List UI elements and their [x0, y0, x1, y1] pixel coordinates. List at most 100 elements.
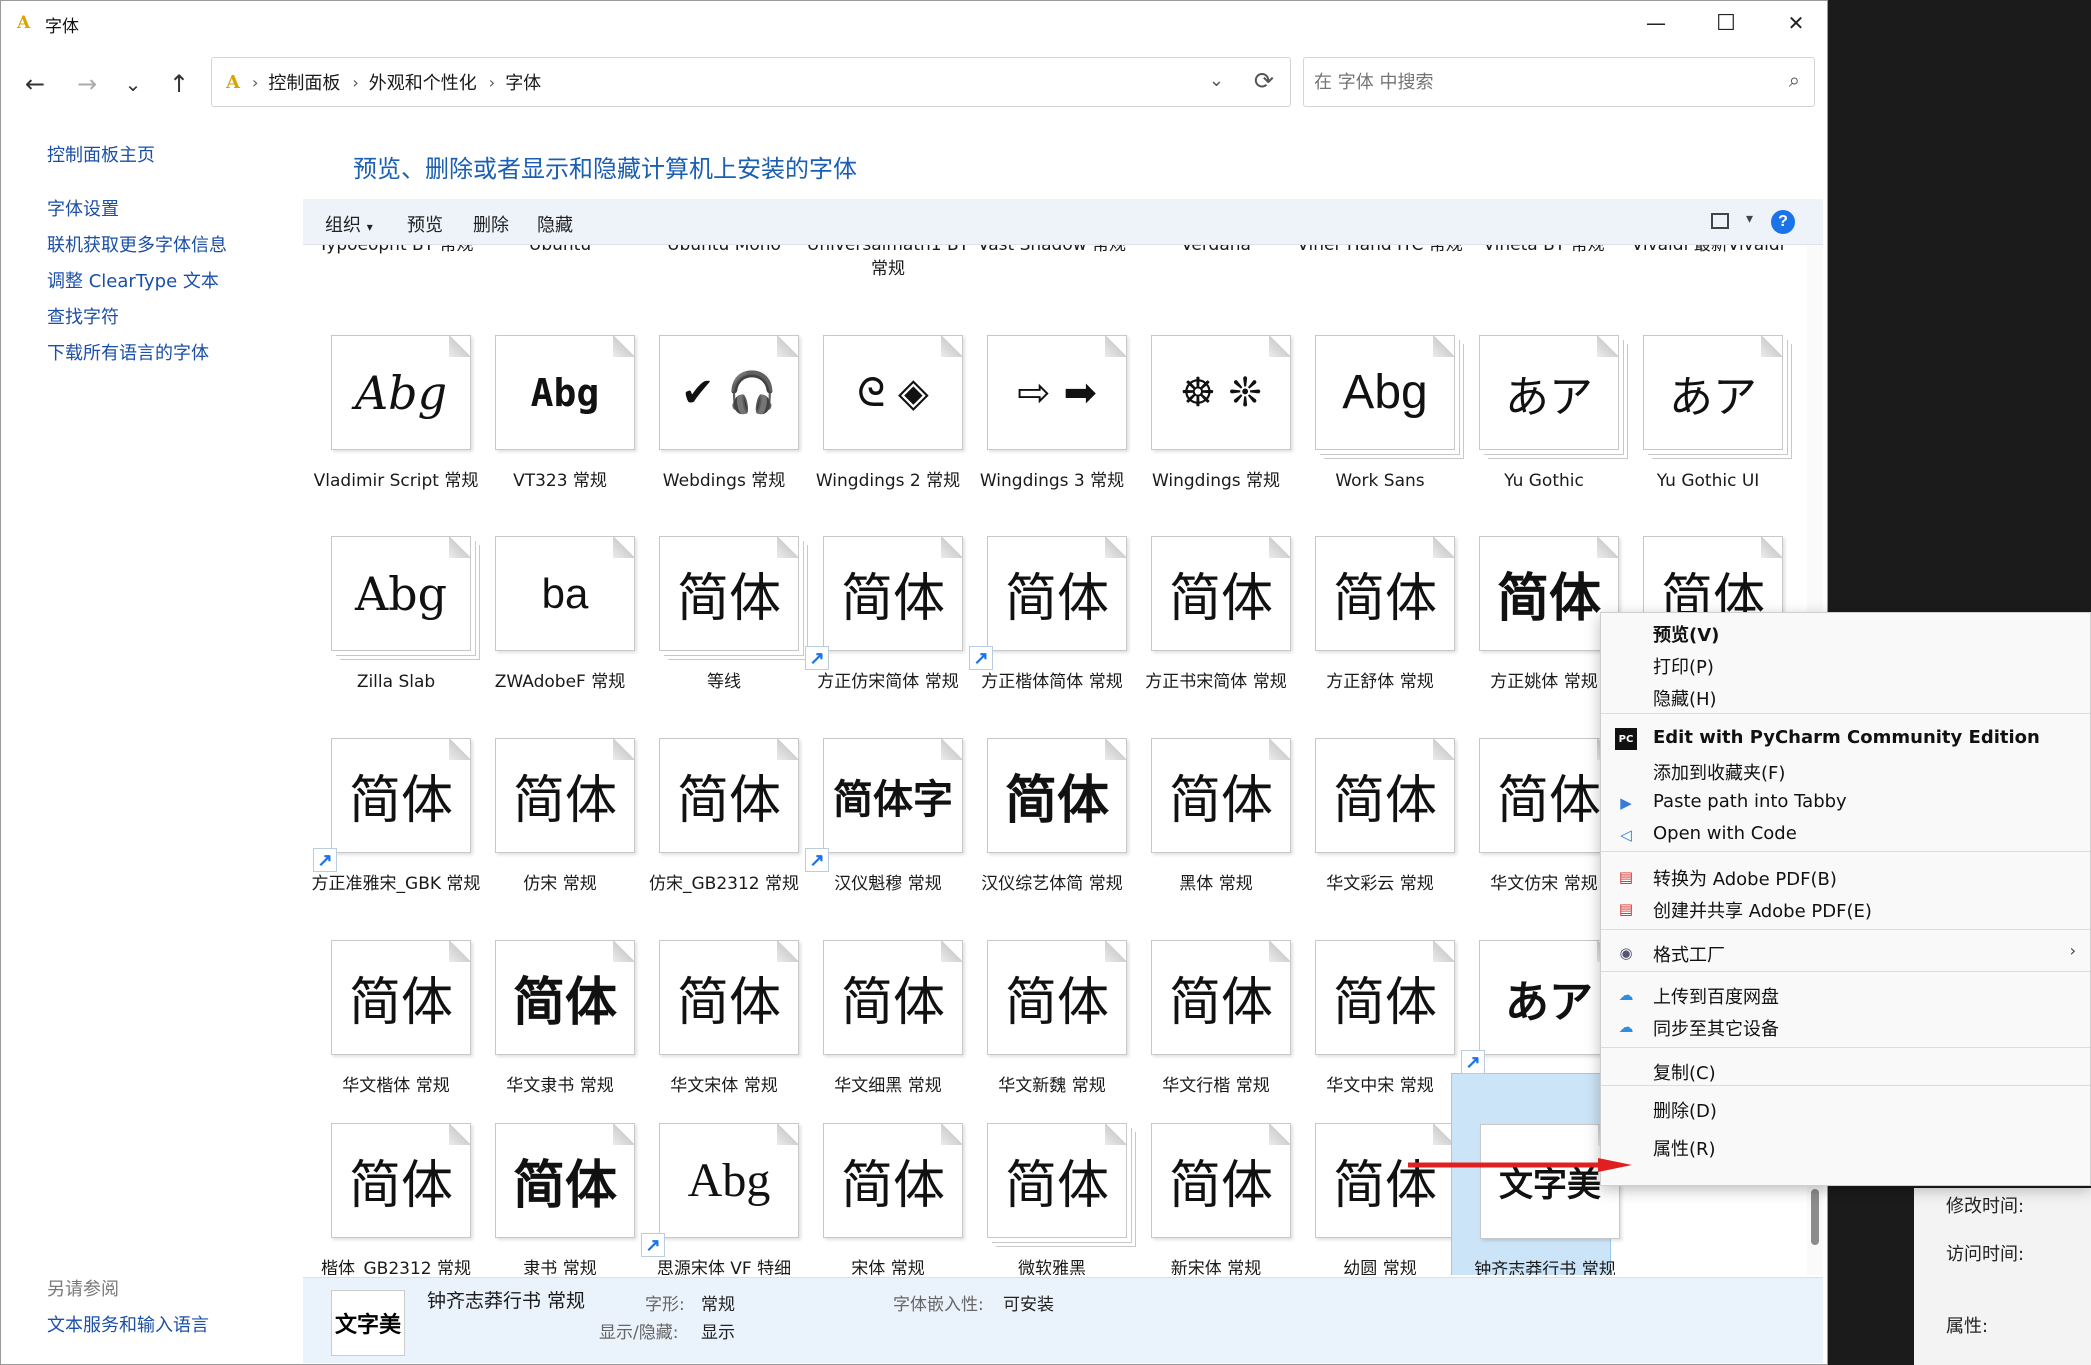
font-sample-glyph: 简体 [1004, 569, 1109, 629]
font-tile[interactable]: 简体字 ↗ 汉仪魁穆 常规 [795, 688, 963, 894]
menu-delete[interactable]: 删除(D) [1653, 1097, 1717, 1123]
font-tile-caption-partial[interactable]: Ubuntu [475, 245, 645, 257]
font-tile[interactable]: Abg Zilla Slab [303, 486, 471, 692]
font-tile[interactable]: 简体 汉仪综艺体简 常规 [959, 688, 1127, 894]
breadcrumb-fonts[interactable]: 字体 [505, 69, 541, 95]
font-preview-thumbnail: Abg [1315, 335, 1455, 450]
navigation-bar: ← → ⌄ ↑ A › 控制面板 › 外观和个性化 › 字体 ⌄ ⟳ ⌕ [1, 57, 1827, 109]
menu-edit-pycharm[interactable]: Edit with PyCharm Community Edition [1653, 727, 2040, 748]
font-tile[interactable]: 文字美 钟齐志莽行书 常规 [1451, 1073, 1620, 1275]
sidebar-home-link[interactable]: 控制面板主页 [47, 141, 155, 167]
close-button[interactable]: ✕ [1761, 1, 1831, 45]
font-tile[interactable]: 简体 仿宋 常规 [467, 688, 635, 894]
font-tile[interactable]: 简体 华文彩云 常规 [1287, 688, 1455, 894]
font-tile[interactable]: 简体 华文仿宋 常规 [1451, 688, 1619, 894]
font-tile[interactable]: 简体 仿宋_GB2312 常规 [631, 688, 799, 894]
menu-create-share-pdf[interactable]: 创建并共享 Adobe PDF(E) [1653, 897, 1872, 923]
font-tile-caption-partial[interactable]: Viner Hand ITC 常规 [1295, 245, 1465, 257]
font-sample-glyph: 简体 [1332, 1156, 1437, 1216]
font-tile[interactable]: ⇨ ➡ Wingdings 3 常规 [959, 285, 1127, 491]
font-tile-caption-partial[interactable]: Typoeopnt BT 常规 [311, 245, 481, 257]
font-tile[interactable]: 简体 方正书宋简体 常规 [1123, 486, 1291, 692]
font-tile[interactable]: ☸ ❊ Wingdings 常规 [1123, 285, 1291, 491]
menu-format-factory[interactable]: 格式工厂 [1653, 941, 1725, 967]
menu-paste-path-tabby[interactable]: Paste path into Tabby [1653, 791, 1847, 812]
breadcrumb-control-panel[interactable]: 控制面板 [268, 69, 340, 95]
font-tile[interactable]: Abg VT323 常规 [467, 285, 635, 491]
font-tile[interactable]: Abg ↗ 思源宋体 VF 特细 [631, 1073, 799, 1275]
font-tile[interactable]: 简体 华文隶书 常规 [467, 890, 635, 1096]
menu-preview[interactable]: 预览(V) [1653, 621, 1719, 647]
font-tile[interactable]: Abg Vladimir Script 常规 [303, 285, 478, 491]
breadcrumb-appearance[interactable]: 外观和个性化 [369, 69, 477, 95]
font-tile[interactable]: あア Yu Gothic [1451, 285, 1619, 491]
font-tile[interactable]: ᘓ ◈ Wingdings 2 常规 [795, 285, 963, 491]
hide-button[interactable]: 隐藏 [537, 211, 573, 237]
font-tile-caption-partial[interactable]: Vivaldi 最新Vivaldi [1623, 245, 1793, 257]
up-button[interactable]: ↑ [161, 67, 197, 101]
font-tile-caption-partial[interactable]: Verdana [1131, 245, 1301, 257]
font-tile[interactable]: 简体 隶书 常规 [467, 1073, 635, 1275]
menu-properties[interactable]: 属性(R) [1653, 1135, 1716, 1161]
font-tile[interactable]: 简体 华文楷体 常规 [303, 890, 471, 1096]
font-tile[interactable]: あア↗荆南缘默体 黑 [1451, 890, 1619, 1096]
forward-button[interactable]: → [69, 67, 105, 101]
font-tile[interactable]: 简体 华文新魏 常规 [959, 890, 1127, 1096]
minimize-button[interactable]: — [1621, 1, 1691, 45]
font-tile-caption-partial[interactable]: Vast Shadow 常规 [967, 245, 1137, 257]
font-tile[interactable]: 简体 宋体 常规 [795, 1073, 963, 1275]
sidebar-download-fonts-link[interactable]: 下载所有语言的字体 [47, 339, 209, 365]
menu-sync-devices[interactable]: 同步至其它设备 [1653, 1015, 1779, 1041]
search-box[interactable]: ⌕ [1303, 57, 1815, 107]
font-tile[interactable]: 简体 ↗ 方正准雅宋_GBK 常规 [303, 688, 480, 894]
menu-print[interactable]: 打印(P) [1653, 653, 1714, 679]
font-tile-caption-partial[interactable]: Vineta BT 常规 [1459, 245, 1629, 257]
font-tile[interactable]: あア Yu Gothic UI [1615, 285, 1783, 491]
maximize-button[interactable]: ☐ [1691, 1, 1761, 45]
recent-locations-button[interactable]: ⌄ [115, 67, 151, 101]
font-tile[interactable]: 简体 幼圆 常规 [1287, 1073, 1455, 1275]
sidebar-get-font-info-link[interactable]: 联机获取更多字体信息 [47, 231, 227, 257]
menu-hide[interactable]: 隐藏(H) [1653, 685, 1717, 711]
text-services-link[interactable]: 文本服务和输入语言 [47, 1311, 209, 1337]
font-tile-caption-partial[interactable]: Ubuntu Mono [639, 245, 809, 257]
refresh-icon[interactable]: ⟳ [1254, 67, 1274, 95]
font-tile[interactable]: 简体 微软雅黑 [959, 1073, 1127, 1275]
font-tile[interactable]: Abg Work Sans [1287, 285, 1455, 491]
menu-open-with-code[interactable]: Open with Code [1653, 823, 1797, 844]
preview-button[interactable]: 预览 [407, 211, 443, 237]
font-tile[interactable]: 简体 等线 [631, 486, 799, 692]
sidebar-font-settings-link[interactable]: 字体设置 [47, 195, 119, 221]
font-tile[interactable]: 简体 华文行楷 常规 [1123, 890, 1291, 1096]
font-tile[interactable]: 简体 ↗ 方正楷体简体 常规 [959, 486, 1127, 692]
chevron-down-icon[interactable]: ▾ [1746, 211, 1753, 227]
font-tile[interactable]: 简体 新宋体 常规 [1123, 1073, 1291, 1275]
address-dropdown-icon[interactable]: ⌄ [1209, 70, 1224, 91]
font-tile[interactable]: 简体 华文中宋 常规 [1287, 890, 1455, 1096]
font-tile[interactable]: ba ZWAdobeF 常规 [467, 486, 635, 692]
menu-add-favorites[interactable]: 添加到收藏夹(F) [1653, 759, 1785, 785]
view-mode-icon[interactable] [1711, 213, 1729, 229]
menu-convert-pdf[interactable]: 转换为 Adobe PDF(B) [1653, 865, 1837, 891]
font-tile[interactable]: ✔ 🎧 Webdings 常规 [631, 285, 799, 491]
address-bar[interactable]: A › 控制面板 › 外观和个性化 › 字体 ⌄ ⟳ [211, 57, 1291, 107]
organize-button[interactable]: 组织 ▾ [325, 211, 373, 237]
font-tile[interactable]: 简体 方正舒体 常规 [1287, 486, 1455, 692]
font-tile[interactable]: 简体 方正姚体 常规 [1451, 486, 1619, 692]
font-tile[interactable]: 简体 黑体 常规 [1123, 688, 1291, 894]
sidebar-find-character-link[interactable]: 查找字符 [47, 303, 119, 329]
font-tile-caption-partial[interactable]: Universalmath1 BT 常规 [803, 245, 973, 281]
font-tile[interactable]: 简体 楷体_GB2312 常规 [303, 1073, 471, 1275]
font-tile[interactable]: 简体 华文宋体 常规 [631, 890, 799, 1096]
font-tile[interactable]: 简体 ↗ 方正仿宋简体 常规 [795, 486, 963, 692]
search-icon[interactable]: ⌕ [1789, 68, 1800, 92]
menu-copy[interactable]: 复制(C) [1653, 1059, 1716, 1085]
sidebar-cleartype-link[interactable]: 调整 ClearType 文本 [47, 267, 219, 293]
back-button[interactable]: ← [17, 67, 53, 101]
menu-upload-baidu[interactable]: 上传到百度网盘 [1653, 983, 1779, 1009]
help-icon[interactable]: ? [1771, 210, 1795, 234]
search-input[interactable] [1314, 68, 1754, 96]
font-tile[interactable]: 简体 华文细黑 常规 [795, 890, 963, 1096]
scrollbar-thumb[interactable] [1811, 1189, 1819, 1245]
delete-button[interactable]: 删除 [473, 211, 509, 237]
